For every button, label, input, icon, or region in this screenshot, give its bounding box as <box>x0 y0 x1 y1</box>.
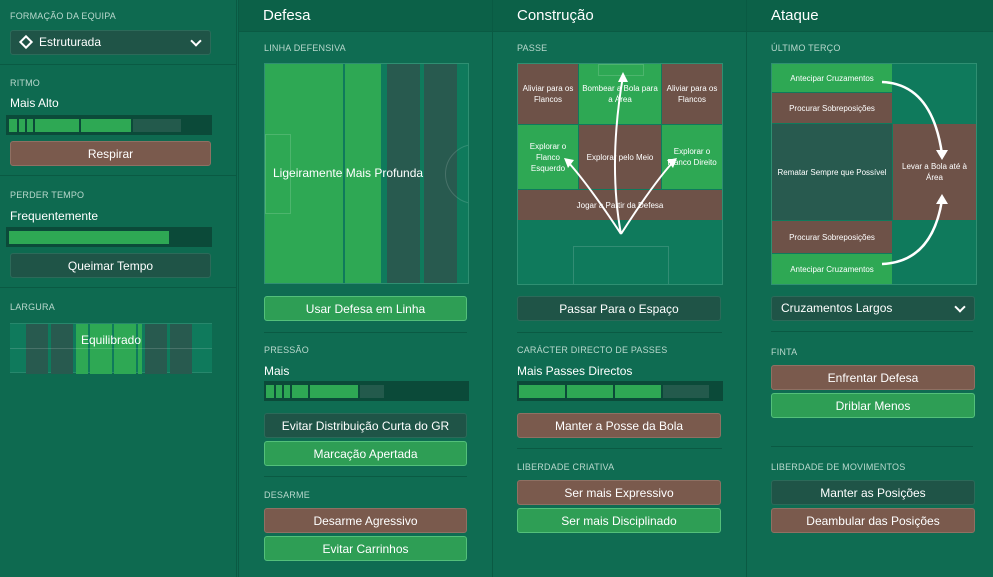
final-third-pitch[interactable]: Antecipar Cruzamentos Procurar Sobreposi… <box>771 63 977 285</box>
avoid-short-gk-distribution-button[interactable]: Evitar Distribuição Curta do GR <box>264 413 467 438</box>
passing-directness-value: Mais Passes Directos <box>517 364 633 378</box>
time-wasting-meter[interactable] <box>6 227 212 247</box>
defence-panel: Defesa LINHA DEFENSIVA Ligeiramente Mais… <box>238 0 492 577</box>
dribbling-label: FINTA <box>771 347 798 357</box>
tempo-label: RITMO <box>10 78 40 88</box>
pressing-value: Mais <box>264 364 290 378</box>
dribble-less-button[interactable]: Driblar Menos <box>771 393 975 418</box>
width-pitch[interactable]: Equilibrado <box>10 323 212 374</box>
width-label: LARGURA <box>10 302 55 312</box>
chevron-down-icon <box>954 301 966 313</box>
be-more-expressive-button[interactable]: Ser mais Expressivo <box>517 480 721 505</box>
width-value: Equilibrado <box>80 333 142 347</box>
passing-directness-meter[interactable] <box>517 381 723 401</box>
pass-into-space-button[interactable]: Passar Para o Espaço <box>517 296 721 321</box>
time-wasting-label: PERDER TEMPO <box>10 190 85 200</box>
pressing-meter[interactable] <box>264 381 469 401</box>
movement-freedom-label: LIBERDADE DE MOVIMENTOS <box>771 462 906 472</box>
chevron-down-icon <box>190 35 202 47</box>
attack-panel: Ataque ÚLTIMO TERÇO Antecipar Cruzamento… <box>746 0 993 577</box>
final-third-label: ÚLTIMO TERÇO <box>771 43 841 53</box>
defence-title: Defesa <box>239 0 492 32</box>
aggressive-tackling-button[interactable]: Desarme Agressivo <box>264 508 467 533</box>
passing-label: PASSE <box>517 43 548 53</box>
roam-from-positions-button[interactable]: Deambular das Posições <box>771 508 975 533</box>
burn-time-button[interactable]: Queimar Tempo <box>10 253 211 278</box>
defensive-line-label: LINHA DEFENSIVA <box>264 43 346 53</box>
diamond-icon <box>18 34 34 50</box>
crossing-value: Cruzamentos Largos <box>781 301 893 315</box>
passing-directness-label: CARÁCTER DIRECTO DE PASSES <box>517 345 668 355</box>
team-settings-panel: FORMAÇÃO DA EQUIPA Estruturada RITMO Mai… <box>0 0 237 577</box>
tempo-value: Mais Alto <box>10 96 59 110</box>
hold-position-button[interactable]: Manter as Posições <box>771 480 975 505</box>
formation-label: FORMAÇÃO DA EQUIPA <box>10 11 116 21</box>
creative-freedom-label: LIBERDADE CRIATIVA <box>517 462 615 472</box>
time-wasting-value: Frequentemente <box>10 209 99 223</box>
retain-possession-button[interactable]: Manter a Posse da Bola <box>517 413 721 438</box>
run-at-defence-button[interactable]: Enfrentar Defesa <box>771 365 975 390</box>
build-up-title: Construção <box>493 0 746 32</box>
passing-pitch[interactable]: Aliviar para os Flancos Bombear a Bola p… <box>517 63 723 285</box>
crossing-dropdown[interactable]: Cruzamentos Largos <box>771 296 975 321</box>
defensive-line-pitch[interactable]: Ligeiramente Mais Profunda <box>264 63 469 284</box>
tempo-meter[interactable] <box>6 115 212 135</box>
formation-dropdown[interactable]: Estruturada <box>10 30 211 55</box>
formation-value: Estruturada <box>39 35 102 49</box>
defensive-line-value: Ligeiramente Mais Profunda <box>273 166 424 180</box>
breathe-button[interactable]: Respirar <box>10 141 211 166</box>
pressing-label: PRESSÃO <box>264 345 309 355</box>
attack-arrows <box>881 80 948 266</box>
attack-title: Ataque <box>747 0 993 32</box>
tackling-label: DESARME <box>264 490 310 500</box>
tight-marking-button[interactable]: Marcação Apertada <box>264 441 467 466</box>
be-more-disciplined-button[interactable]: Ser mais Disciplinado <box>517 508 721 533</box>
stay-on-feet-button[interactable]: Evitar Carrinhos <box>264 536 467 561</box>
passing-arrows <box>564 72 677 235</box>
use-offside-trap-button[interactable]: Usar Defesa em Linha <box>264 296 467 321</box>
build-up-panel: Construção PASSE Aliviar para os Flancos… <box>492 0 746 577</box>
